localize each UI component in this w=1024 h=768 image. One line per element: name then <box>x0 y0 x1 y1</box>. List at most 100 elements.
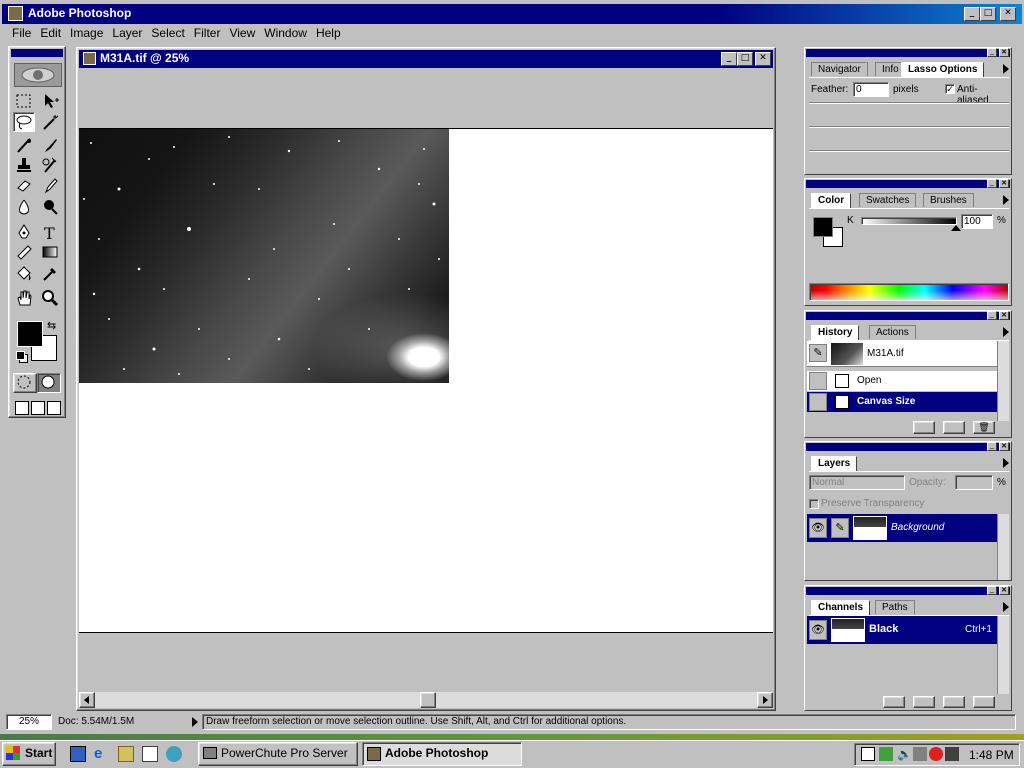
palette-minimize-button[interactable]: _ <box>987 48 997 57</box>
antialiased-checkbox[interactable]: ✓ <box>945 84 955 94</box>
pencil-tool-icon[interactable] <box>39 175 61 195</box>
history-brush-tool-icon[interactable] <box>39 155 61 175</box>
magic-wand-tool-icon[interactable] <box>39 112 61 132</box>
palette-menu-arrow-icon[interactable] <box>1003 602 1009 612</box>
layer-visibility-eye-icon[interactable]: 👁 <box>809 518 827 538</box>
opacity-input[interactable] <box>955 475 993 490</box>
measure-tool-icon[interactable] <box>13 242 35 262</box>
feather-input[interactable]: 0 <box>853 82 889 97</box>
tray-volume-icon[interactable]: 🔈 <box>897 747 912 761</box>
clock[interactable]: 1:48 PM <box>969 748 1014 762</box>
palette-close-button[interactable]: ✕ <box>999 179 1009 188</box>
scroll-thumb[interactable] <box>420 692 436 708</box>
quicklaunch-outlook-icon[interactable] <box>142 746 158 762</box>
delete-channel-icon[interactable] <box>973 696 995 708</box>
paint-bucket-tool-icon[interactable] <box>13 263 35 283</box>
task-photoshop[interactable]: Adobe Photoshop <box>362 742 522 766</box>
app-close-button[interactable]: ✕ <box>1000 7 1016 21</box>
app-minimize-button[interactable]: _ <box>964 7 980 21</box>
trash-icon[interactable]: 🗑 <box>973 421 995 434</box>
tab-brushes[interactable]: Brushes <box>923 193 974 207</box>
palette-close-button[interactable]: ✕ <box>999 442 1009 451</box>
palette-menu-arrow-icon[interactable] <box>1003 195 1009 205</box>
layers-scrollbar[interactable] <box>997 514 1009 580</box>
history-scrollbar[interactable] <box>997 341 1009 421</box>
screen-mode-full-icon[interactable] <box>47 401 61 415</box>
tab-lasso-options[interactable]: Lasso Options <box>901 62 985 77</box>
pen-tool-icon[interactable] <box>13 222 35 242</box>
quick-mask-button[interactable] <box>37 373 61 393</box>
history-snapshot-row[interactable]: ✎ M31A.tif <box>807 341 997 367</box>
quicklaunch-desktop-icon[interactable] <box>70 746 86 762</box>
lasso-tool-icon[interactable] <box>13 112 35 132</box>
scroll-right-button[interactable] <box>757 692 773 708</box>
paintbrush-tool-icon[interactable] <box>39 135 61 155</box>
tray-icon-4[interactable] <box>913 747 927 761</box>
foreground-color-swatch-front[interactable] <box>17 321 43 347</box>
palette-menu-arrow-icon[interactable] <box>1003 458 1009 468</box>
palette-minimize-button[interactable]: _ <box>987 179 997 188</box>
preserve-transparency-checkbox[interactable] <box>809 499 819 509</box>
default-colors-icon[interactable] <box>16 351 25 360</box>
palette-minimize-button[interactable]: _ <box>987 586 997 595</box>
blend-mode-select[interactable]: Normal <box>809 475 905 490</box>
rubber-stamp-tool-icon[interactable] <box>13 155 35 175</box>
layer-row-background[interactable]: 👁 ✎ Background <box>807 514 997 542</box>
tab-history[interactable]: History <box>811 325 860 340</box>
doc-minimize-button[interactable]: _ <box>721 52 737 66</box>
menu-edit[interactable]: Edit <box>40 26 61 40</box>
palette-close-button[interactable]: ✕ <box>999 48 1009 57</box>
blur-tool-icon[interactable] <box>13 197 35 217</box>
eraser-tool-icon[interactable] <box>13 175 35 195</box>
airbrush-tool-icon[interactable] <box>13 135 35 155</box>
quicklaunch-ie-icon[interactable]: e <box>94 746 110 762</box>
color-fg-swatch[interactable] <box>813 217 833 237</box>
channel-visibility-eye-icon[interactable]: 👁 <box>809 620 827 640</box>
zoom-field[interactable]: 25% <box>6 714 52 730</box>
menu-layer[interactable]: Layer <box>112 26 142 40</box>
tray-icon-5[interactable] <box>929 747 943 761</box>
menu-image[interactable]: Image <box>70 26 103 40</box>
status-menu-arrow-icon[interactable] <box>192 717 198 727</box>
galaxy-image[interactable] <box>79 129 449 383</box>
zoom-tool-icon[interactable] <box>39 288 61 308</box>
tab-navigator[interactable]: Navigator <box>811 62 868 76</box>
color-ramp[interactable] <box>809 283 1009 301</box>
tab-paths[interactable]: Paths <box>875 600 915 614</box>
swap-colors-icon[interactable]: ⇆ <box>47 319 56 332</box>
palette-minimize-button[interactable]: _ <box>987 442 997 451</box>
channels-scrollbar[interactable] <box>997 616 1009 694</box>
hand-tool-icon[interactable] <box>13 288 35 308</box>
history-brush-icon[interactable]: ✎ <box>809 344 827 362</box>
tray-icon-2[interactable] <box>879 747 893 761</box>
save-selection-icon[interactable] <box>913 696 935 708</box>
tab-color[interactable]: Color <box>811 193 852 208</box>
eye-logo-icon[interactable] <box>14 63 62 87</box>
move-tool-icon[interactable] <box>39 91 61 111</box>
menu-file[interactable]: File <box>12 26 31 40</box>
k-value-input[interactable]: 100 <box>961 214 993 229</box>
standard-mode-button[interactable] <box>13 373 37 393</box>
tab-layers[interactable]: Layers <box>811 456 858 471</box>
layer-brush-icon[interactable]: ✎ <box>831 518 849 538</box>
load-selection-icon[interactable] <box>883 696 905 708</box>
horizontal-scrollbar[interactable] <box>79 692 773 708</box>
screen-mode-full-menu-icon[interactable] <box>31 401 45 415</box>
menu-select[interactable]: Select <box>151 26 184 40</box>
tab-actions[interactable]: Actions <box>869 325 916 339</box>
palette-minimize-button[interactable]: _ <box>987 311 997 320</box>
quicklaunch-channel-icon[interactable] <box>166 746 182 762</box>
menu-filter[interactable]: Filter <box>194 26 221 40</box>
eyedropper-tool-icon[interactable] <box>39 263 61 283</box>
doc-close-button[interactable]: ✕ <box>755 52 771 66</box>
k-slider-thumb[interactable] <box>951 225 961 231</box>
canvas-area[interactable] <box>79 68 773 692</box>
palette-close-button[interactable]: ✕ <box>999 586 1009 595</box>
menu-view[interactable]: View <box>229 26 255 40</box>
palette-close-button[interactable]: ✕ <box>999 311 1009 320</box>
new-snapshot-icon[interactable] <box>943 421 965 434</box>
k-slider-track[interactable] <box>861 217 957 225</box>
tray-icon-6[interactable] <box>945 747 959 761</box>
marquee-tool-icon[interactable] <box>13 91 35 111</box>
menu-help[interactable]: Help <box>316 26 341 40</box>
